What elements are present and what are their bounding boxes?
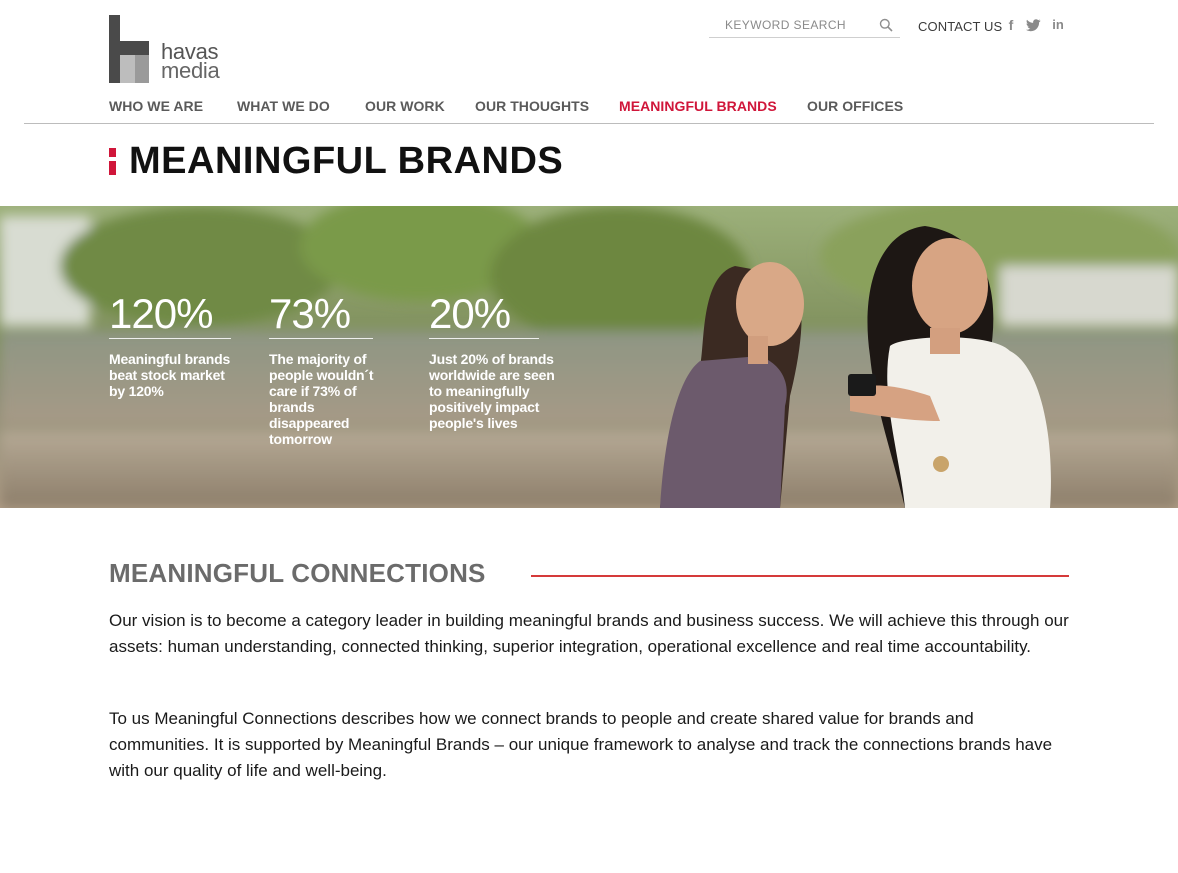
stat-caption: Just 20% of brands worldwide are seen to… [429,351,555,431]
twitter-icon[interactable] [1026,19,1041,32]
stat-underline [429,338,539,339]
nav-item-our-offices[interactable]: OUR OFFICES [807,98,903,114]
stat-73: 73% The majority of people wouldn´t care… [269,290,394,447]
stat-value: 73% [269,290,351,337]
stat-caption: Meaningful brands beat stock market by 1… [109,351,231,399]
stat-underline [269,338,373,339]
title-accent-bar [109,148,116,175]
intro-paragraph-1: Our vision is to become a category leade… [109,611,1069,656]
nav-item-our-thoughts[interactable]: OUR THOUGHTS [475,98,589,114]
stat-120: 120% Meaningful brands beat stock market… [109,290,239,399]
stat-caption: The majority of people wouldn´t care if … [269,351,374,447]
keyword-search [709,12,900,38]
havas-media-logo[interactable]: havas media [109,15,234,85]
facebook-icon[interactable]: f [1004,17,1018,33]
header-divider [24,123,1154,124]
linkedin-icon[interactable]: in [1051,17,1065,33]
nav-item-what-we-do[interactable]: WHAT WE DO [237,98,330,114]
search-icon[interactable] [879,18,893,32]
hero-banner: 120% Meaningful brands beat stock market… [0,206,1178,508]
contact-us-link[interactable]: CONTACT US [918,19,1002,34]
page-title: MEANINGFUL BRANDS [129,140,564,182]
stat-value: 120% [109,290,213,337]
stat-underline [109,338,231,339]
section-title-rule [531,575,1069,577]
nav-item-who-we-are[interactable]: WHO WE ARE [109,98,203,114]
havas-logo-mark-icon [109,15,149,83]
stat-value: 20% [429,290,511,337]
nav-item-our-work[interactable]: OUR WORK [365,98,445,114]
search-input[interactable] [723,14,877,36]
logo-wordmark: havas media [161,41,220,83]
logo-line-2: media [161,58,220,83]
section-title: MEANINGFUL CONNECTIONS [109,558,486,588]
stat-20: 20% Just 20% of brands worldwide are see… [429,290,557,431]
intro-paragraph-2: To us Meaningful Connections describes h… [109,709,1053,780]
nav-item-meaningful-brands[interactable]: MEANINGFUL BRANDS [619,98,777,114]
